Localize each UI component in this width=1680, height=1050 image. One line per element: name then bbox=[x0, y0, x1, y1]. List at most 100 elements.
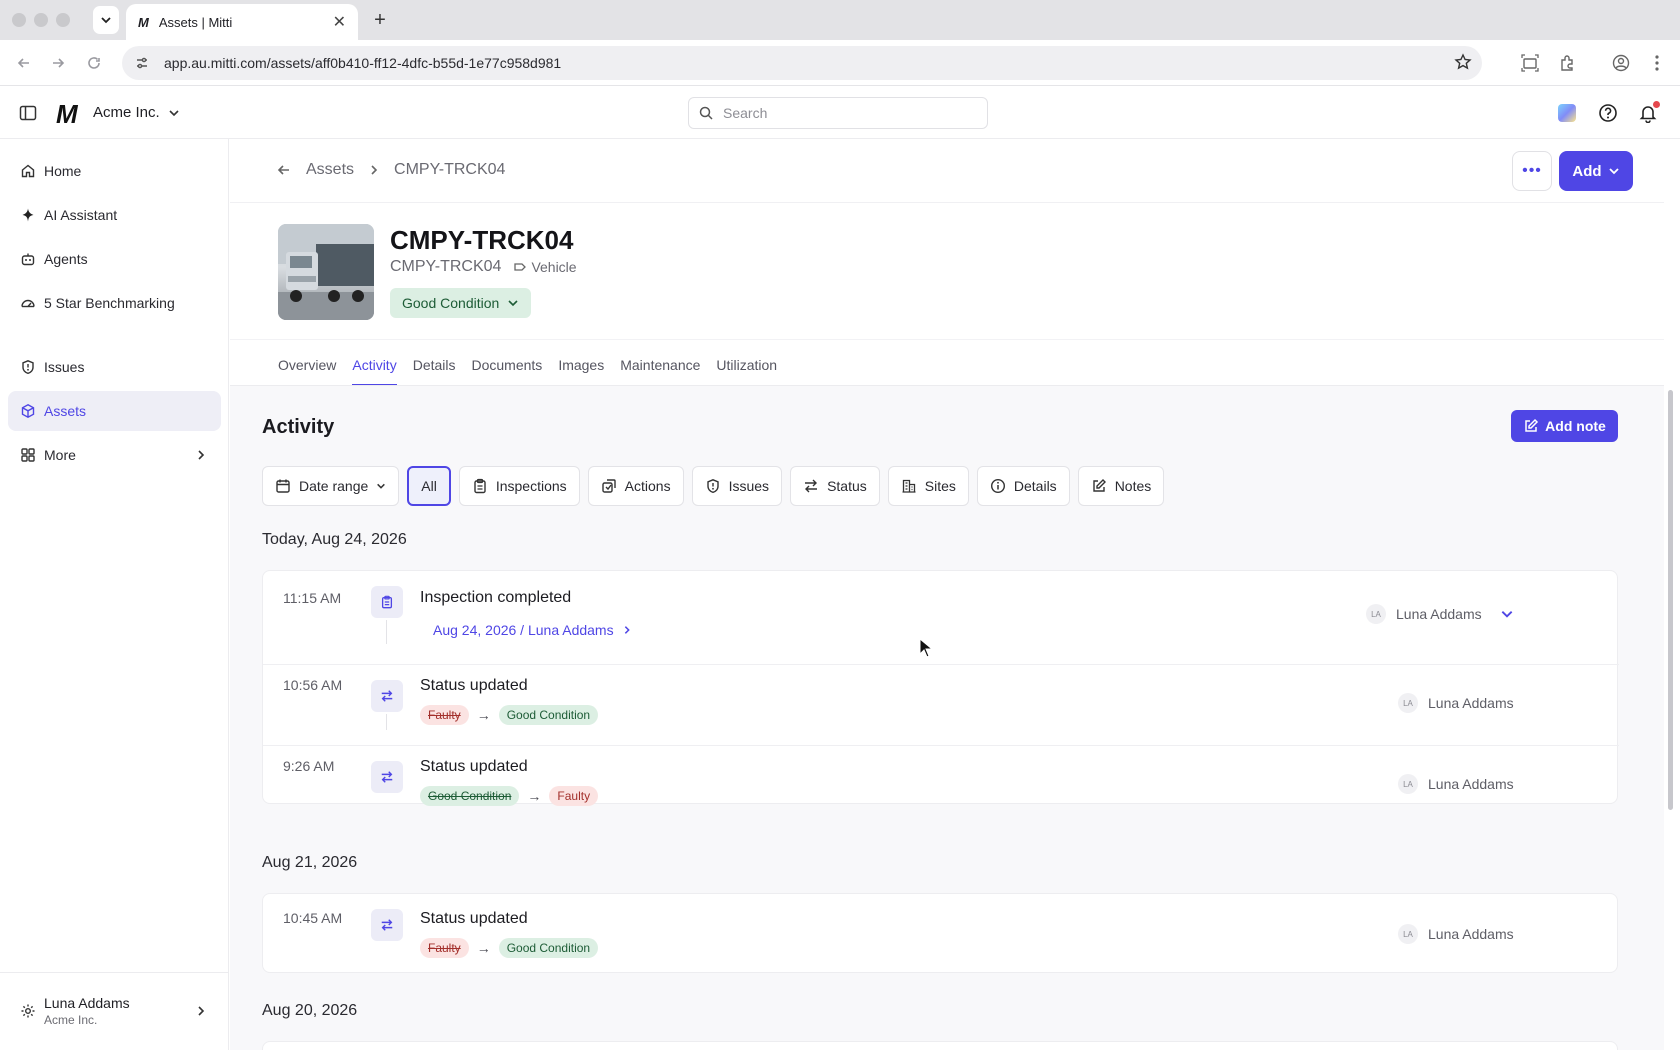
sidebar-user-menu[interactable]: Luna Addams Acme Inc. bbox=[0, 972, 229, 1050]
tab-details[interactable]: Details bbox=[413, 357, 456, 386]
gauge-icon bbox=[21, 299, 35, 308]
sparkle-icon bbox=[22, 208, 34, 222]
asset-type: Vehicle bbox=[531, 259, 577, 275]
status-change: Good Condition → Faulty bbox=[420, 786, 599, 806]
entry-time: 9:26 AM bbox=[283, 758, 335, 774]
sidebar-item-assets[interactable]: Assets bbox=[8, 391, 221, 431]
profile-icon[interactable] bbox=[1610, 52, 1632, 74]
filter-status[interactable]: Status bbox=[790, 466, 880, 506]
window-close-button[interactable] bbox=[12, 13, 26, 27]
sidebar-item-issues[interactable]: Issues bbox=[8, 347, 221, 387]
browser-tab[interactable]: M Assets | Mitti ✕ bbox=[126, 4, 358, 40]
screenshot-icon[interactable] bbox=[1519, 52, 1541, 74]
add-button[interactable]: Add bbox=[1559, 151, 1633, 191]
sidebar-item-label: AI Assistant bbox=[44, 207, 118, 223]
status-change: Faulty → Good Condition bbox=[420, 938, 599, 958]
status-from-badge: Faulty bbox=[420, 938, 469, 958]
calendar-icon bbox=[276, 479, 290, 493]
sidebar-item-label: Assets bbox=[44, 403, 87, 419]
user-org: Acme Inc. bbox=[44, 1013, 98, 1027]
entry-title: Status updated bbox=[420, 910, 528, 927]
entry-time: 10:45 AM bbox=[283, 910, 343, 926]
breadcrumb-assets-link[interactable]: Assets bbox=[306, 161, 354, 179]
address-bar[interactable]: app.au.mitti.com/assets/aff0b410-ff12-4d… bbox=[122, 46, 1482, 80]
chevron-down-icon bbox=[1501, 611, 1513, 618]
asset-subtitle: CMPY-TRCK04 Vehicle bbox=[390, 258, 577, 276]
timeline-connector bbox=[386, 714, 387, 730]
tab-documents[interactable]: Documents bbox=[472, 357, 543, 386]
chevron-down-icon bbox=[508, 300, 518, 307]
filter-sites[interactable]: Sites bbox=[887, 466, 969, 506]
status-from-badge: Good Condition bbox=[420, 786, 520, 806]
entry-user: LA Luna Addams bbox=[1398, 774, 1514, 794]
site-settings-icon[interactable] bbox=[134, 55, 150, 71]
filter-details[interactable]: Details bbox=[976, 466, 1070, 506]
filter-issues[interactable]: Issues bbox=[691, 466, 783, 506]
asset-code: CMPY-TRCK04 bbox=[390, 258, 502, 275]
bookmark-star-icon[interactable] bbox=[1454, 53, 1472, 71]
activity-filters: Date range All Inspections Actions Issue… bbox=[262, 466, 1165, 506]
avatar: LA bbox=[1398, 774, 1418, 794]
sidebar-item-home[interactable]: Home bbox=[8, 151, 221, 191]
asset-photo-truck[interactable] bbox=[278, 224, 374, 320]
ai-gradient-icon[interactable] bbox=[1555, 101, 1579, 125]
add-note-label: Add note bbox=[1545, 418, 1606, 434]
more-options-button[interactable]: ••• bbox=[1512, 151, 1552, 191]
forward-arrow-icon[interactable] bbox=[48, 53, 68, 73]
browser-menu-icon[interactable] bbox=[1646, 52, 1668, 74]
url-text: app.au.mitti.com/assets/aff0b410-ff12-4d… bbox=[164, 55, 562, 71]
window-minimize-button[interactable] bbox=[34, 13, 48, 27]
sidebar-item-ai-assistant[interactable]: AI Assistant bbox=[8, 195, 221, 235]
filter-actions[interactable]: Actions bbox=[587, 466, 684, 506]
gear-icon bbox=[21, 1004, 35, 1018]
sidebar-item-agents[interactable]: Agents bbox=[8, 239, 221, 279]
condition-status-dropdown[interactable]: Good Condition bbox=[390, 288, 532, 318]
close-tab-icon[interactable]: ✕ bbox=[333, 12, 346, 32]
filter-inspections[interactable]: Inspections bbox=[458, 466, 580, 506]
tab-images[interactable]: Images bbox=[558, 357, 604, 386]
chevron-down-icon bbox=[377, 483, 386, 489]
asset-tabs: Overview Activity Details Documents Imag… bbox=[278, 357, 777, 386]
filter-date-range[interactable]: Date range bbox=[262, 466, 400, 506]
arrow-right-icon: → bbox=[476, 707, 491, 723]
entry-user-name: Luna Addams bbox=[1428, 695, 1514, 711]
browser-tab-strip: M Assets | Mitti ✕ + bbox=[0, 0, 1680, 40]
tab-maintenance[interactable]: Maintenance bbox=[620, 357, 700, 386]
tab-overview[interactable]: Overview bbox=[278, 357, 336, 386]
status-to-badge: Good Condition bbox=[498, 938, 599, 958]
notification-badge bbox=[1653, 101, 1660, 108]
robot-icon bbox=[21, 253, 35, 266]
window-zoom-button[interactable] bbox=[56, 13, 70, 27]
tab-search-button[interactable] bbox=[93, 6, 119, 34]
back-arrow-icon[interactable] bbox=[14, 53, 34, 73]
activity-date-heading: Aug 21, 2026 bbox=[262, 854, 358, 871]
alert-shield-icon bbox=[706, 479, 719, 494]
filter-notes[interactable]: Notes bbox=[1077, 466, 1165, 506]
sidebar-item-more[interactable]: More bbox=[8, 435, 221, 475]
breadcrumb-current: CMPY-TRCK04 bbox=[394, 161, 506, 178]
filter-all[interactable]: All bbox=[407, 466, 451, 506]
inspection-link[interactable]: Aug 24, 2026 / Luna Addams bbox=[433, 622, 632, 638]
activity-entry: 11:15 AM Inspection completed Aug 24, 20… bbox=[263, 571, 1619, 664]
extensions-puzzle-icon[interactable] bbox=[1556, 52, 1578, 74]
sidebar-item-5-star-benchmarking[interactable]: 5 Star Benchmarking bbox=[8, 283, 221, 323]
entry-time: 10:56 AM bbox=[283, 677, 343, 693]
entry-user-name: Luna Addams bbox=[1396, 606, 1482, 622]
add-note-button[interactable]: Add note bbox=[1511, 410, 1618, 442]
org-switcher[interactable]: Acme Inc. bbox=[93, 104, 180, 121]
notifications-bell-icon[interactable] bbox=[1636, 101, 1660, 125]
edit-note-icon bbox=[1525, 418, 1539, 432]
status-from-badge: Faulty bbox=[420, 705, 469, 725]
tab-utilization[interactable]: Utilization bbox=[716, 357, 777, 386]
tab-activity[interactable]: Activity bbox=[352, 357, 397, 386]
user-name: Luna Addams bbox=[44, 995, 130, 1011]
back-arrow-icon[interactable] bbox=[276, 162, 292, 178]
scrollbar-thumb[interactable] bbox=[1668, 390, 1673, 810]
new-tab-button[interactable]: + bbox=[368, 8, 392, 32]
sidebar-toggle-icon[interactable] bbox=[18, 103, 38, 128]
reload-icon[interactable] bbox=[84, 53, 104, 73]
sidebar-item-label: Issues bbox=[44, 359, 85, 375]
expand-entry-button[interactable] bbox=[1500, 607, 1514, 626]
help-icon[interactable] bbox=[1596, 101, 1620, 125]
search-input[interactable]: Search bbox=[688, 97, 988, 129]
